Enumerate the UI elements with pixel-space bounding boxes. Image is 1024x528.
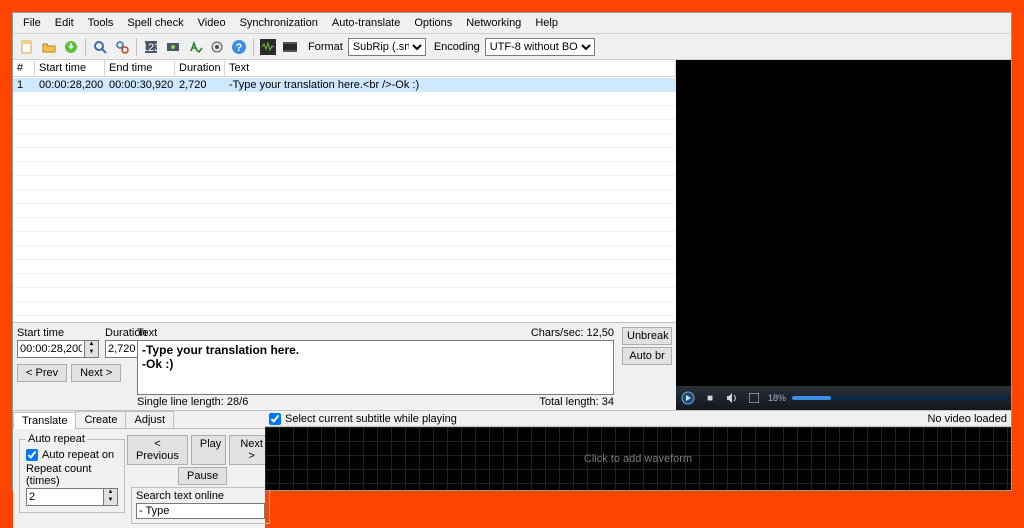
- menu-spellcheck[interactable]: Spell check: [121, 15, 189, 31]
- chars-sec-label: Chars/sec: 12,50: [531, 327, 614, 339]
- menu-synchronization[interactable]: Synchronization: [234, 15, 324, 31]
- menu-video[interactable]: Video: [192, 15, 232, 31]
- menu-help[interactable]: Help: [529, 15, 564, 31]
- start-time-label: Start time: [17, 327, 99, 339]
- repeat-count-input[interactable]: [26, 488, 104, 506]
- autobr-button[interactable]: Auto br: [622, 347, 672, 365]
- svg-text:?: ?: [236, 42, 243, 54]
- col-end[interactable]: End time: [105, 60, 175, 76]
- toolbar: 123 ? Format SubRip (.srt) Encoding UTF-…: [13, 34, 1011, 60]
- col-start[interactable]: Start time: [35, 60, 105, 76]
- cell-dur: 2,720: [175, 78, 225, 92]
- video-controls: ■ 18%: [676, 386, 1011, 410]
- waveform-icon[interactable]: [258, 37, 278, 57]
- auto-repeat-group: Auto repeat Auto repeat on Repeat count …: [19, 433, 125, 513]
- repeat-count-spinner[interactable]: ▲▼: [104, 488, 118, 506]
- stop-icon[interactable]: ■: [702, 390, 718, 406]
- search-online-input[interactable]: [136, 503, 265, 519]
- replace-icon[interactable]: [112, 37, 132, 57]
- auto-repeat-checkbox[interactable]: Auto repeat on: [26, 449, 118, 461]
- find-icon[interactable]: [90, 37, 110, 57]
- menubar: File Edit Tools Spell check Video Synchr…: [13, 13, 1011, 34]
- cell-text: -Type your translation here.<br />-Ok :): [225, 78, 676, 92]
- col-num[interactable]: #: [13, 60, 35, 76]
- subtitle-grid[interactable]: # Start time End time Duration Text 1 00…: [13, 60, 676, 322]
- tab-translate[interactable]: Translate: [13, 412, 76, 429]
- waveform-placeholder: Click to add waveform: [584, 453, 692, 465]
- col-text[interactable]: Text: [225, 60, 676, 76]
- unbreak-button[interactable]: Unbreak: [622, 327, 672, 345]
- select-current-checkbox[interactable]: Select current subtitle while playing: [269, 413, 457, 425]
- cell-end: 00:00:30,920: [105, 78, 175, 92]
- start-time-input[interactable]: [17, 340, 85, 358]
- subtitle-text-input[interactable]: [137, 340, 614, 395]
- tab-adjust[interactable]: Adjust: [125, 411, 174, 428]
- text-label: Text: [137, 327, 157, 339]
- no-video-label: No video loaded: [927, 413, 1007, 425]
- help-icon[interactable]: ?: [229, 37, 249, 57]
- search-online-group: Search text online: [131, 487, 270, 524]
- svg-text:123: 123: [143, 42, 159, 54]
- auto-repeat-legend: Auto repeat: [26, 433, 87, 445]
- table-row[interactable]: 1 00:00:28,200 00:00:30,920 2,720 -Type …: [13, 78, 676, 92]
- play-icon[interactable]: [680, 390, 696, 406]
- search-online-label: Search text online: [136, 490, 265, 502]
- video-pane: ■ 18%: [676, 60, 1011, 410]
- menu-edit[interactable]: Edit: [49, 15, 80, 31]
- col-dur[interactable]: Duration: [175, 60, 225, 76]
- tab-strip: Translate Create Adjust: [13, 411, 265, 429]
- format-select[interactable]: SubRip (.srt): [348, 38, 426, 56]
- format-label: Format: [308, 41, 343, 53]
- start-time-spinner[interactable]: ▲▼: [85, 340, 99, 358]
- volume-icon[interactable]: [724, 390, 740, 406]
- encoding-label: Encoding: [434, 41, 480, 53]
- next-button[interactable]: Next >: [71, 364, 121, 382]
- menu-networking[interactable]: Networking: [460, 15, 527, 31]
- new-file-icon[interactable]: [17, 37, 37, 57]
- menu-options[interactable]: Options: [408, 15, 458, 31]
- video-display[interactable]: [676, 60, 1011, 386]
- settings-icon[interactable]: [207, 37, 227, 57]
- cell-start: 00:00:28,200: [35, 78, 105, 92]
- video-icon[interactable]: [280, 37, 300, 57]
- repeat-count-label: Repeat count (times): [26, 463, 118, 487]
- fix-errors-icon[interactable]: 123: [141, 37, 161, 57]
- waveform-toolbar: Select current subtitle while playing No…: [265, 411, 1011, 427]
- single-line-length: Single line length: 28/6: [137, 396, 248, 408]
- video-progress[interactable]: [792, 396, 1007, 400]
- spellcheck-icon[interactable]: [185, 37, 205, 57]
- save-icon[interactable]: [61, 37, 81, 57]
- video-pct: 18%: [768, 393, 786, 403]
- open-file-icon[interactable]: [39, 37, 59, 57]
- total-length: Total length: 34: [539, 396, 614, 408]
- waveform-area[interactable]: Click to add waveform: [265, 427, 1011, 490]
- tab-create[interactable]: Create: [75, 411, 126, 428]
- menu-file[interactable]: File: [17, 15, 47, 31]
- prev-button[interactable]: < Prev: [17, 364, 67, 382]
- fullscreen-icon[interactable]: [746, 390, 762, 406]
- encoding-select[interactable]: UTF-8 without BOM: [485, 38, 595, 56]
- menu-autotranslate[interactable]: Auto-translate: [326, 15, 406, 31]
- visual-sync-icon[interactable]: [163, 37, 183, 57]
- menu-tools[interactable]: Tools: [82, 15, 120, 31]
- translate-pause-button[interactable]: Pause: [178, 467, 227, 485]
- translate-play-button[interactable]: Play: [191, 435, 227, 465]
- edit-pane: Start time ▲▼ Duration ▲▼ < Prev Next >: [13, 322, 676, 410]
- cell-num: 1: [13, 78, 35, 92]
- translate-previous-button[interactable]: < Previous: [127, 435, 188, 465]
